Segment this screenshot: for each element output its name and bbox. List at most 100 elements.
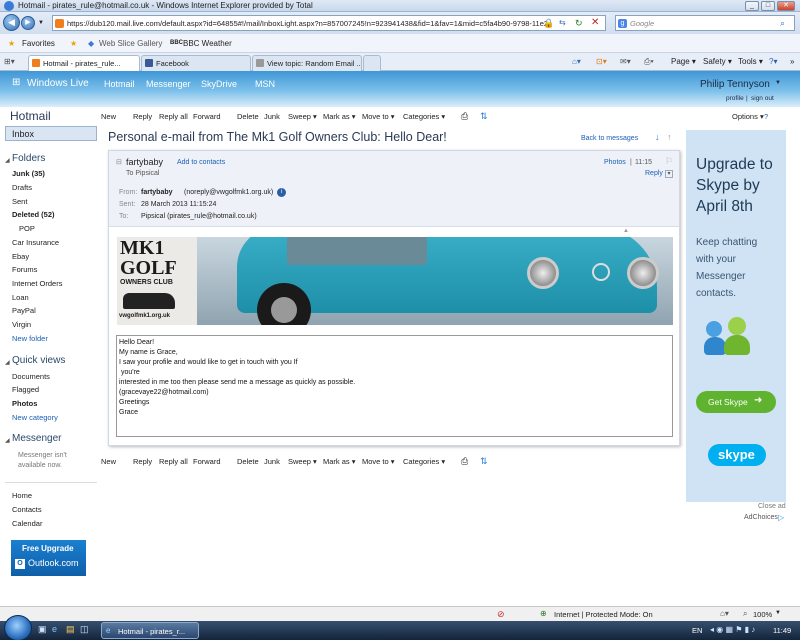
start-button[interactable]	[4, 615, 32, 640]
home-icon[interactable]: ⌂▾	[572, 57, 581, 66]
mail-icon[interactable]: ✉▾	[620, 57, 631, 66]
zoom-dropdown-icon[interactable]: ▼	[775, 610, 781, 616]
toolbar-mark-as[interactable]: Mark as ▾	[323, 112, 356, 121]
collapse-icon[interactable]: ⊟	[116, 158, 122, 166]
folder-item[interactable]: Ebay	[12, 252, 29, 261]
toolbar-categories[interactable]: Categories ▾	[403, 112, 445, 121]
chevron-right-icon[interactable]: »	[790, 57, 794, 66]
folder-item[interactable]: Sent	[12, 197, 27, 206]
safety-menu[interactable]: Safety ▾	[703, 57, 732, 66]
link-calendar[interactable]: Calendar	[12, 519, 42, 528]
search-box[interactable]: g Google ⌕	[615, 15, 795, 31]
show-desktop-icon[interactable]: ▣	[38, 624, 47, 635]
link-contacts[interactable]: Contacts	[12, 505, 42, 514]
refresh-icon[interactable]: ⇅	[480, 111, 488, 122]
maximize-button[interactable]: □	[761, 1, 775, 11]
feeds-icon[interactable]: ⊡▾	[596, 57, 607, 66]
protected-mode-icon[interactable]: ⌂▾	[720, 609, 729, 618]
toolbar-sweep[interactable]: Sweep ▾	[288, 112, 317, 121]
quick-views-heading[interactable]: Quick views	[12, 355, 65, 366]
close-window-button[interactable]: ✕	[777, 1, 795, 11]
folder-item[interactable]: Forums	[12, 265, 37, 274]
add-favorite-icon[interactable]: ★	[70, 39, 77, 48]
back-to-messages-link[interactable]: Back to messages	[581, 135, 638, 142]
tray-icons[interactable]: ◂ ◉ ▦ ⚑ ▮ ♪	[710, 625, 755, 634]
popup-blocked-icon[interactable]: ⊘	[497, 609, 505, 620]
toolbar-forward[interactable]: Forward	[193, 457, 221, 466]
options-menu[interactable]: Options ▾	[732, 112, 764, 121]
quick-tabs-icon[interactable]: ⊞▾	[4, 57, 15, 66]
quicklaunch-icon[interactable]: ◫	[80, 624, 89, 635]
nav-skydrive[interactable]: SkyDrive	[201, 79, 237, 89]
quick-view-documents[interactable]: Documents	[12, 372, 50, 381]
messenger-collapse-icon[interactable]: ◢	[5, 437, 10, 444]
folder-item[interactable]: Junk (35)	[12, 169, 45, 178]
language-indicator[interactable]: EN	[692, 626, 702, 635]
folder-item[interactable]: PayPal	[12, 306, 36, 315]
messenger-heading[interactable]: Messenger	[12, 433, 61, 444]
folder-item[interactable]: Drafts	[12, 183, 32, 192]
toolbar-new[interactable]: New	[101, 112, 116, 121]
back-icon[interactable]: ◀	[3, 14, 20, 31]
stop-icon[interactable]: ✕	[591, 17, 599, 28]
toolbar-move-to[interactable]: Move to ▾	[362, 457, 395, 466]
bbc-weather-link[interactable]: BBC Weather	[183, 39, 232, 48]
adchoices-link[interactable]: AdChoices	[744, 514, 778, 521]
folder-item[interactable]: Loan	[12, 293, 29, 302]
quick-view-photos[interactable]: Photos	[12, 399, 37, 408]
hotmail-heading[interactable]: Hotmail	[10, 109, 51, 123]
quick-view-flagged[interactable]: Flagged	[12, 385, 39, 394]
refresh-icon[interactable]: ⇅	[480, 456, 488, 467]
url-field[interactable]: https://dub120.mail.live.com/default.asp…	[52, 15, 606, 31]
toolbar-reply-all[interactable]: Reply all	[159, 112, 188, 121]
windows-live-logo[interactable]: Windows Live	[27, 78, 89, 89]
quicklaunch-explorer-icon[interactable]: ▤	[66, 624, 75, 635]
reply-button[interactable]: Reply	[645, 170, 663, 177]
inbox-item[interactable]: Inbox	[5, 126, 97, 141]
minimize-button[interactable]: _	[745, 1, 759, 11]
new-folder-link[interactable]: New folder	[12, 334, 48, 343]
toolbar-move-to[interactable]: Move to ▾	[362, 112, 395, 121]
nav-hotmail[interactable]: Hotmail	[104, 79, 135, 89]
toolbar-reply[interactable]: Reply	[133, 457, 152, 466]
toolbar-new[interactable]: New	[101, 457, 116, 466]
toolbar-delete[interactable]: Delete	[237, 112, 259, 121]
compatibility-icon[interactable]: ⇆	[559, 18, 566, 27]
folder-item[interactable]: Internet Orders	[12, 279, 62, 288]
tab-hotmail[interactable]: Hotmail - pirates_rule...	[28, 55, 140, 71]
nav-msn[interactable]: MSN	[255, 79, 275, 89]
scroll-up-icon[interactable]: ▲	[623, 228, 629, 234]
sign-out-link[interactable]: sign out	[751, 95, 774, 102]
folders-heading[interactable]: Folders	[12, 153, 45, 164]
skype-advertisement[interactable]: Upgrade to Skype by April 8th Keep chatt…	[686, 130, 786, 502]
taskbar-item-hotmail[interactable]: e Hotmail - pirates_r...	[101, 622, 199, 639]
user-name[interactable]: Philip Tennyson	[700, 79, 770, 90]
search-icon[interactable]: ⌕	[780, 18, 785, 29]
zoom-level[interactable]: 100%	[753, 610, 772, 619]
folders-collapse-icon[interactable]: ◢	[5, 157, 10, 164]
new-category-link[interactable]: New category	[12, 413, 58, 422]
toolbar-mark-as[interactable]: Mark as ▾	[323, 457, 356, 466]
tab-facebook[interactable]: Facebook	[141, 55, 251, 71]
toolbar-sweep[interactable]: Sweep ▾	[288, 457, 317, 466]
tools-menu[interactable]: Tools ▾	[738, 57, 763, 66]
toolbar-categories[interactable]: Categories ▾	[403, 457, 445, 466]
forward-icon[interactable]: ▶	[21, 16, 35, 30]
toolbar-reply-all[interactable]: Reply all	[159, 457, 188, 466]
flag-icon[interactable]: ⚐	[665, 156, 673, 167]
quicklaunch-ie-icon[interactable]: e	[52, 624, 57, 634]
next-message-icon[interactable]: ↓	[655, 132, 660, 142]
print-icon[interactable]: ⎙▾	[644, 57, 654, 67]
from-name[interactable]: fartybaby	[141, 189, 173, 196]
print-icon[interactable]: ⎙	[461, 111, 468, 122]
toolbar-reply[interactable]: Reply	[133, 112, 152, 121]
clock[interactable]: 11:49	[773, 626, 791, 635]
tab-random-email[interactable]: View topic: Random Email ...	[252, 55, 362, 71]
close-ad-link[interactable]: Close ad	[758, 503, 786, 510]
nav-messenger[interactable]: Messenger	[146, 79, 191, 89]
folder-item[interactable]: Deleted (52)	[12, 210, 55, 219]
adchoices-icon[interactable]: ▷	[778, 513, 784, 522]
help-icon[interactable]: ?▾	[769, 57, 777, 66]
new-tab-button[interactable]	[363, 55, 381, 71]
history-dropdown-icon[interactable]: ▼	[38, 20, 44, 26]
